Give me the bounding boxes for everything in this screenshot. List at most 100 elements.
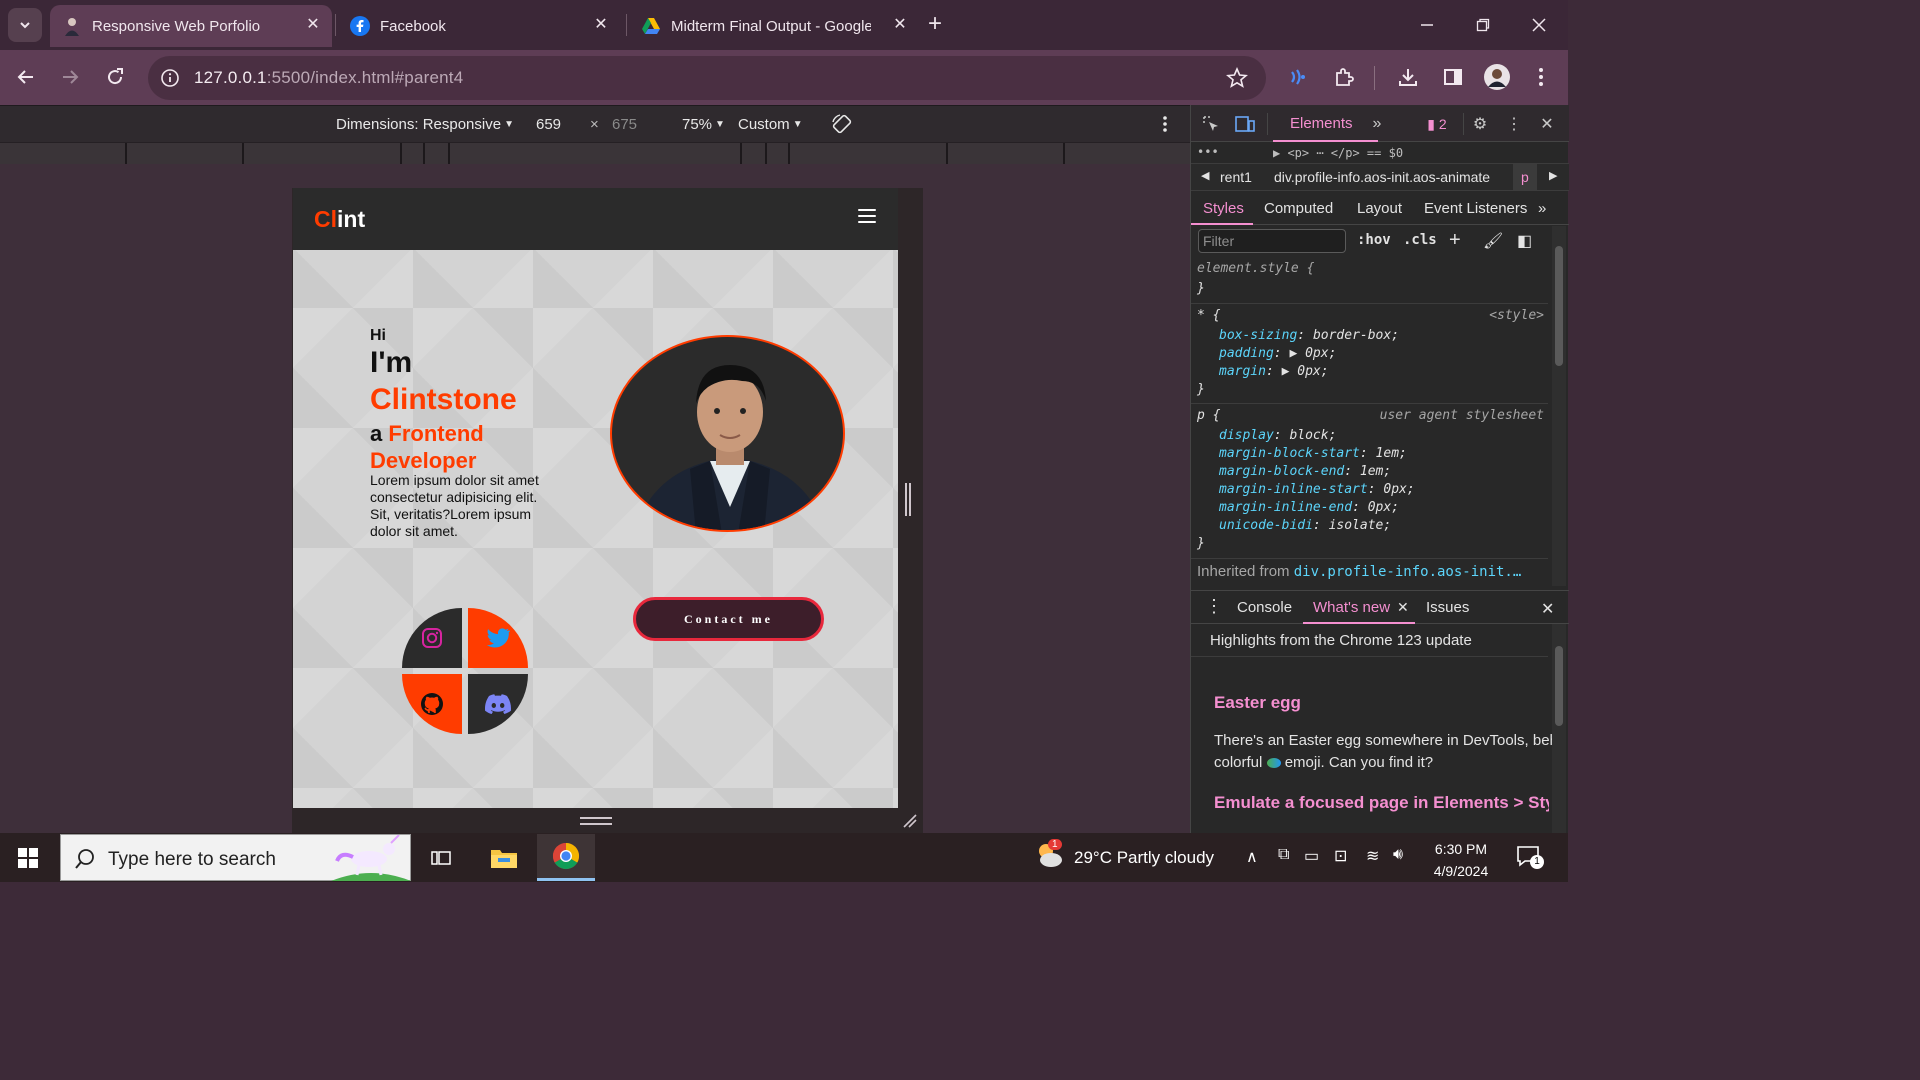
close-tab-icon[interactable]: ✕ (891, 16, 909, 34)
address-bar[interactable]: 127.0.0.1:5500/index.html#parent4 (148, 56, 1266, 100)
new-style-rule-icon[interactable]: + (1449, 229, 1461, 252)
tab-whats-new[interactable]: What's new (1313, 599, 1390, 616)
weather-text[interactable]: 29°C Partly cloudy (1074, 848, 1214, 868)
tab-title: Responsive Web Porfolio (92, 17, 261, 35)
chrome-taskbar-button[interactable] (537, 834, 595, 881)
throttle-select[interactable]: Custom ▼ (738, 116, 803, 133)
site-logo[interactable]: Clint (314, 206, 365, 233)
hov-toggle[interactable]: :hov (1357, 232, 1391, 248)
width-input[interactable]: 659 (536, 116, 561, 133)
close-tab-icon[interactable]: ✕ (592, 16, 610, 34)
notification-center-button[interactable]: 1 (1516, 845, 1544, 869)
devtools-more-icon[interactable]: ⋮ (1504, 114, 1524, 134)
start-button[interactable] (8, 845, 48, 871)
close-whats-new-icon[interactable]: ✕ (1397, 599, 1409, 616)
back-button[interactable] (10, 61, 42, 93)
drawer-menu-icon[interactable]: ⋮ (1205, 596, 1223, 617)
greeting-hi: Hi (370, 327, 386, 344)
show-hidden-icons-chevron-icon[interactable]: ∧ (1246, 847, 1258, 867)
downloads-button[interactable] (1392, 61, 1424, 93)
styles-filter-input[interactable]: Filter (1198, 229, 1346, 253)
task-view-button[interactable] (412, 834, 470, 881)
close-drawer-icon[interactable]: ✕ (1541, 599, 1554, 619)
breadcrumb-item-parent[interactable]: rent1 (1220, 169, 1252, 185)
extension-button[interactable] (1282, 61, 1314, 93)
css-declaration[interactable]: margin: ▶ 0px; (1219, 364, 1329, 379)
zoom-select[interactable]: 75% ▼ (682, 116, 725, 133)
taskbar-search-box[interactable]: Type here to search (60, 834, 411, 881)
device-toolbar-more-icon[interactable] (1162, 115, 1168, 133)
breadcrumb-item-profile-info[interactable]: div.profile-info.aos-init.aos-animate (1274, 169, 1490, 185)
corner-resize-icon[interactable] (902, 813, 918, 829)
viewport-height-resize-handle[interactable] (580, 817, 612, 825)
easter-egg-line-1: There's an Easter egg somewhere in DevTo… (1214, 732, 1554, 749)
inspect-element-icon[interactable] (1201, 114, 1221, 134)
close-window-button[interactable] (1522, 8, 1556, 42)
discord-link[interactable] (468, 674, 528, 734)
meet-now-icon[interactable]: ⊡ (1334, 846, 1347, 866)
wifi-icon[interactable]: ≋ (1366, 846, 1379, 866)
tab-computed[interactable]: Computed (1264, 200, 1333, 217)
issues-counter[interactable]: ▮ 2 (1417, 114, 1457, 134)
dom-tree-line[interactable]: ••• ▶ <p> ⋯ </p> == $0 (1191, 143, 1569, 163)
instagram-link[interactable] (402, 608, 462, 668)
height-input[interactable]: 675 (612, 116, 637, 133)
breadcrumb-item-p[interactable]: p (1513, 164, 1537, 190)
system-clock[interactable]: 6:30 PM 4/9/2024 (1426, 838, 1496, 882)
tab-google-drive[interactable]: Midterm Final Output - Google ✕ (629, 5, 919, 47)
viewport-width-resize-handle[interactable] (905, 483, 911, 516)
tab-elements[interactable]: Elements (1290, 115, 1353, 132)
battery-icon[interactable]: ▭ (1304, 846, 1319, 866)
inherited-class-link[interactable]: div.profile-info.aos-init.… (1294, 564, 1522, 580)
settings-gear-icon[interactable]: ⚙ (1470, 114, 1490, 134)
back-arrow-icon (17, 70, 33, 84)
close-devtools-icon[interactable]: ✕ (1537, 114, 1557, 134)
tab-event-listeners[interactable]: Event Listeners (1424, 200, 1527, 217)
toggle-sidebar-icon[interactable]: ◧ (1517, 231, 1532, 251)
dimensions-select[interactable]: Dimensions: Responsive ▼ (336, 116, 514, 133)
restore-button[interactable] (1466, 8, 1500, 42)
star-source-link[interactable]: <style> (1489, 308, 1544, 323)
css-declaration[interactable]: box-sizing: border-box; (1219, 328, 1399, 343)
profile-button[interactable] (1481, 61, 1513, 93)
breadcrumb-scroll-right-icon[interactable]: ▶ (1549, 169, 1557, 182)
rotate-icon[interactable] (830, 112, 854, 136)
search-icon (75, 849, 94, 869)
side-panel-button[interactable] (1437, 61, 1469, 93)
file-explorer-button[interactable] (475, 834, 533, 881)
extensions-menu-button[interactable] (1328, 61, 1360, 93)
contact-me-button[interactable]: Contact me (633, 597, 824, 641)
minimize-button[interactable] (1410, 8, 1444, 42)
hamburger-menu-icon[interactable] (858, 209, 876, 223)
bookmark-star-icon[interactable] (1226, 67, 1248, 89)
breadcrumb-scroll-left-icon[interactable]: ◀ (1201, 169, 1209, 182)
volume-icon[interactable]: 🔊︎ (1393, 846, 1403, 864)
tab-layout[interactable]: Layout (1357, 200, 1402, 217)
css-declaration[interactable]: padding: ▶ 0px; (1219, 346, 1336, 361)
tab-issues[interactable]: Issues (1426, 599, 1469, 616)
tab-search-button[interactable] (8, 8, 42, 42)
tab-strip: Responsive Web Porfolio ✕ Facebook ✕ Mid… (0, 0, 1568, 50)
puzzle-icon (1336, 68, 1354, 86)
tray-app-icon[interactable]: ⧉ (1278, 846, 1289, 864)
styles-scrollbar[interactable] (1552, 226, 1566, 586)
tab-portfolio[interactable]: Responsive Web Porfolio ✕ (50, 5, 332, 47)
forward-button[interactable] (54, 61, 86, 93)
more-subtabs-icon[interactable]: » (1538, 200, 1546, 217)
device-toggle-icon[interactable] (1235, 114, 1255, 134)
cls-toggle[interactable]: .cls (1403, 232, 1437, 248)
close-tab-icon[interactable]: ✕ (304, 16, 322, 34)
more-tabs-icon[interactable]: » (1367, 114, 1387, 134)
site-info-icon[interactable] (160, 68, 180, 88)
twitter-link[interactable] (468, 608, 528, 668)
chrome-menu-button[interactable] (1525, 61, 1557, 93)
new-tab-button[interactable]: + (928, 12, 942, 36)
tab-facebook[interactable]: Facebook ✕ (338, 5, 620, 47)
whats-new-title: Highlights from the Chrome 123 update (1210, 632, 1472, 649)
reload-button[interactable] (99, 61, 131, 93)
drawer-scrollbar[interactable] (1552, 624, 1566, 833)
github-link[interactable] (402, 674, 462, 734)
tab-styles[interactable]: Styles (1203, 200, 1244, 217)
paint-brush-icon[interactable]: 🖌 (1483, 231, 1503, 251)
tab-console[interactable]: Console (1237, 599, 1292, 616)
